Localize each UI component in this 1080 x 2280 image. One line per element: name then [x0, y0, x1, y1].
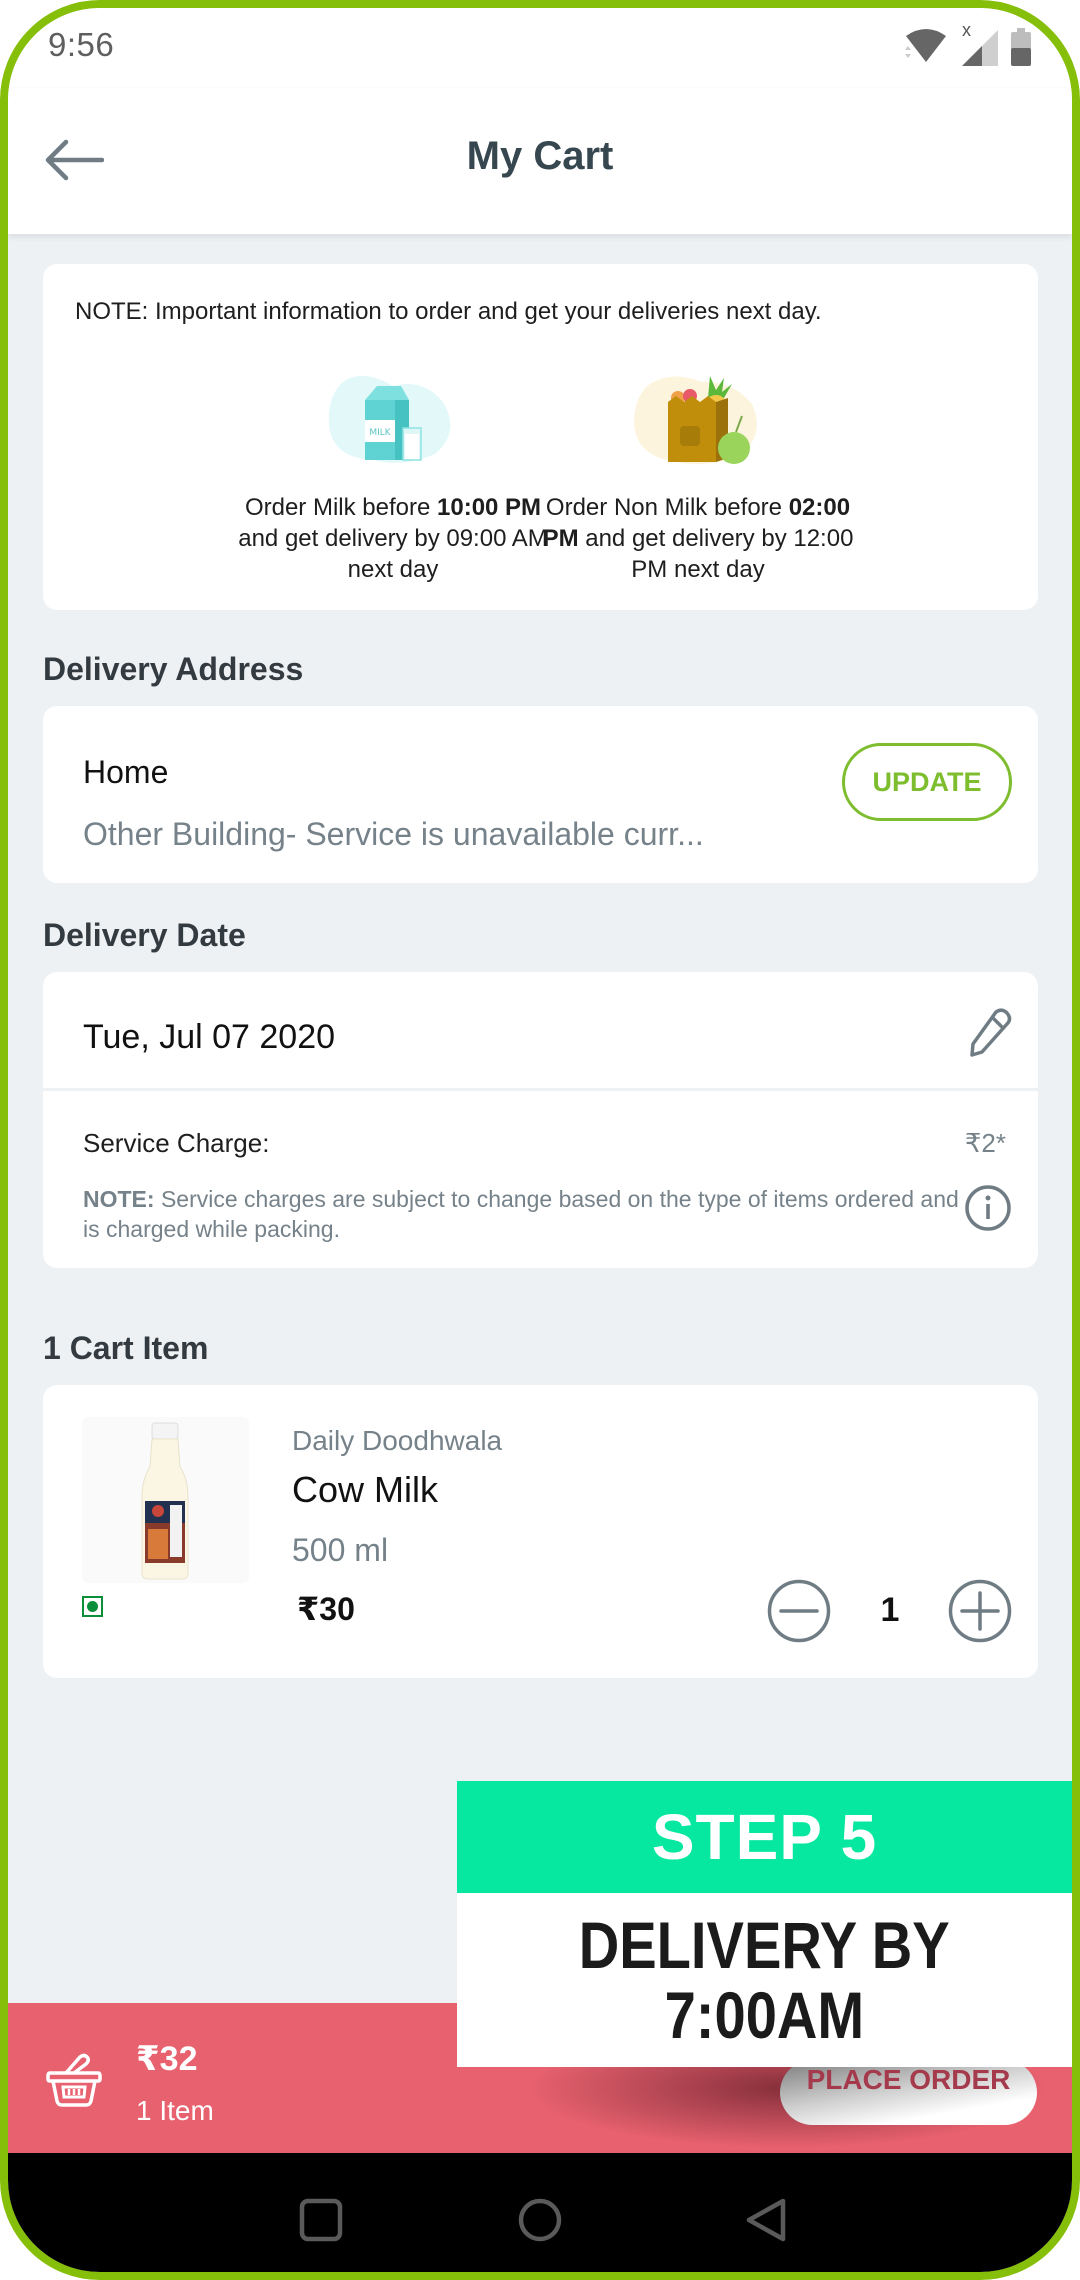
- status-bar: 9:56 x: [8, 8, 1072, 88]
- service-charge-note: NOTE: Service charges are subject to cha…: [83, 1186, 959, 1242]
- minus-circle-icon: [767, 1579, 831, 1643]
- page-title: My Cart: [466, 134, 614, 178]
- system-back-button[interactable]: [743, 2197, 789, 2243]
- basket-icon: [46, 2053, 102, 2107]
- back-triangle-icon: [746, 2198, 786, 2242]
- recents-square-icon: [299, 2198, 343, 2242]
- non-milk-cutoff-caption: Order Non Milk before 02:00 PM and get d…: [542, 494, 854, 583]
- non-milk-cutoff-info: Order Non Milk before 02:00 PM and get d…: [538, 372, 858, 585]
- quantity-value: 1: [880, 1591, 900, 1629]
- update-address-button[interactable]: UPDATE: [842, 743, 1012, 821]
- home-circle-icon: [518, 2198, 562, 2242]
- milk-carton-icon: MILK: [323, 372, 463, 464]
- delivery-date-value: Tue, Jul 07 2020: [83, 1018, 336, 1056]
- wifi-icon: [905, 29, 946, 62]
- cart-item-count: 1 Item: [136, 2095, 214, 2126]
- signal-icon: x: [960, 20, 1000, 68]
- product-price: ₹30: [297, 1591, 355, 1627]
- service-charge-label: Service Charge:: [83, 1128, 270, 1158]
- milk-cutoff-caption: Order Milk before 10:00 PM and get deliv…: [238, 494, 548, 583]
- product-brand: Daily Doodhwala: [292, 1425, 503, 1456]
- milk-cutoff-info: MILK Order Milk before 10:00 PM and get …: [233, 372, 553, 585]
- status-time: 9:56: [48, 26, 115, 63]
- edit-date-button[interactable]: [966, 1008, 1012, 1058]
- address-text: Other Building- Service is unavailable c…: [83, 816, 704, 852]
- signal-badge: x: [962, 20, 971, 40]
- info-icon: [965, 1185, 1011, 1231]
- product-image[interactable]: [82, 1417, 249, 1583]
- cart-item: Daily Doodhwala Cow Milk 500 ml ₹30 1: [43, 1385, 1038, 1678]
- grocery-bag-icon: [628, 372, 768, 464]
- pencil-icon: [970, 1008, 1012, 1057]
- place-order-button[interactable]: PLACE ORDER: [780, 2060, 1037, 2125]
- card-divider: [43, 1088, 1038, 1091]
- step-overlay-banner: STEP 5 DELIVERY BY 7:00AM: [457, 1781, 1072, 2067]
- service-charge-info-button[interactable]: [964, 1184, 1012, 1232]
- system-nav-bar: [8, 2153, 1072, 2272]
- delivery-date-card: Tue, Jul 07 2020 Service Charge: ₹2* NOT…: [43, 972, 1038, 1268]
- step-description-line2: 7:00AM: [664, 1978, 865, 2052]
- home-button[interactable]: [517, 2197, 563, 2243]
- step-label: STEP 5: [457, 1781, 1072, 1893]
- veg-indicator-icon: [82, 1596, 103, 1617]
- delivery-address-heading: Delivery Address: [43, 651, 304, 687]
- product-size: 500 ml: [292, 1532, 389, 1568]
- plus-circle-icon: [948, 1579, 1012, 1643]
- phone-frame: 9:56 x My Cart NOTE: Important informati…: [0, 0, 1080, 2280]
- cart-items-heading: 1 Cart Item: [43, 1330, 209, 1366]
- battery-icon: [1011, 28, 1031, 66]
- increase-quantity-button[interactable]: [948, 1579, 1012, 1643]
- step-description-line1: DELIVERY BY: [578, 1908, 950, 1982]
- delivery-info-card: NOTE: Important information to order and…: [43, 264, 1038, 610]
- service-charge-amount: ₹2*: [964, 1128, 1006, 1158]
- address-label: Home: [83, 754, 169, 790]
- delivery-date-heading: Delivery Date: [43, 917, 246, 953]
- status-icons: x: [902, 20, 1032, 68]
- decrease-quantity-button[interactable]: [767, 1579, 831, 1643]
- recents-button[interactable]: [298, 2197, 344, 2243]
- cart-total: ₹32: [136, 2040, 198, 2078]
- svg-text:MILK: MILK: [369, 428, 391, 438]
- delivery-address-card: Home Other Building- Service is unavaila…: [43, 706, 1038, 883]
- step-description: DELIVERY BY 7:00AM: [457, 1893, 1072, 2067]
- app-header: My Cart: [8, 88, 1072, 234]
- product-name[interactable]: Cow Milk: [292, 1469, 438, 1511]
- delivery-info-note: NOTE: Important information to order and…: [75, 298, 822, 325]
